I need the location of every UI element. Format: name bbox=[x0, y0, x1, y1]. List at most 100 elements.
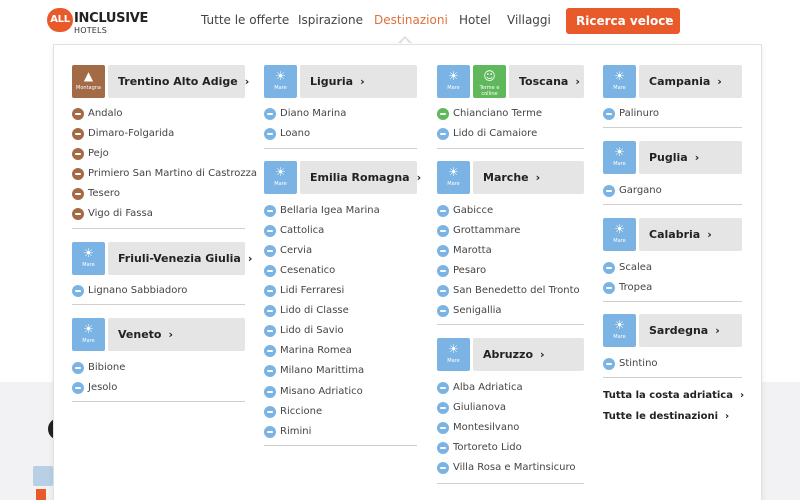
divider bbox=[72, 304, 245, 305]
region-name: Sardegna bbox=[649, 324, 709, 337]
mare-badge-icon: ☀ Mare bbox=[437, 65, 470, 98]
item-label: Tropea bbox=[619, 282, 653, 293]
badge-label: Mare bbox=[274, 85, 287, 91]
chevron-right-icon: › bbox=[717, 75, 722, 88]
mare-badge-icon: ☀ Mare bbox=[603, 141, 636, 174]
link-tutte-le-destinazioni[interactable]: Tutte le destinazioni › bbox=[603, 411, 729, 422]
region-name: Emilia Romagna bbox=[310, 171, 410, 184]
nav-tutte-le-offerte[interactable]: Tutte le offerte bbox=[201, 13, 289, 27]
sun-icon bbox=[264, 285, 276, 297]
item-label: Cesenatico bbox=[280, 265, 336, 276]
sun-icon: ☀ bbox=[448, 342, 459, 356]
chevron-right-icon: › bbox=[739, 390, 745, 401]
region-name: Toscana bbox=[519, 75, 569, 88]
chevron-right-icon: › bbox=[540, 348, 545, 361]
person-icon bbox=[437, 108, 449, 120]
sun-icon: ☀ bbox=[448, 165, 459, 179]
sun-icon bbox=[437, 285, 449, 297]
region-sardegna[interactable]: Sardegna › bbox=[639, 314, 742, 347]
item-label: Dimaro-Folgarida bbox=[88, 128, 175, 139]
item-label: Grottammare bbox=[453, 225, 521, 236]
region-veneto[interactable]: Veneto › bbox=[108, 318, 245, 351]
region-abruzzo[interactable]: Abruzzo › bbox=[473, 338, 584, 371]
region-friuli[interactable]: Friuli-Venezia Giulia › bbox=[108, 242, 252, 275]
divider bbox=[437, 324, 584, 325]
region-name: Puglia bbox=[649, 151, 688, 164]
item-label: Jesolo bbox=[88, 382, 118, 393]
background-card-accent bbox=[36, 489, 46, 500]
divider bbox=[437, 148, 584, 149]
chevron-right-icon: › bbox=[664, 13, 670, 28]
item-label: Andalo bbox=[88, 108, 123, 119]
item-label: Rimini bbox=[280, 426, 312, 437]
mare-badge-icon: ☀ Mare bbox=[264, 161, 297, 194]
badge-label: Terme e colline bbox=[479, 85, 500, 97]
logo-hotels-text: HOTELS bbox=[74, 26, 107, 35]
item-label: Riccione bbox=[280, 406, 323, 417]
link-tutta-la-costa-adriatica[interactable]: Tutta la costa adriatica › bbox=[603, 390, 744, 401]
brand-logo[interactable]: ALL INCLUSIVE HOTELS bbox=[47, 8, 148, 36]
badge-label: Mare bbox=[613, 161, 626, 167]
sun-icon bbox=[437, 442, 449, 454]
sun-icon: ☀ bbox=[614, 318, 625, 332]
ricerca-veloce-label: Ricerca veloce bbox=[576, 14, 674, 28]
nav-destinazioni[interactable]: Destinazioni bbox=[374, 13, 448, 27]
mare-badge-icon: ☀ Mare bbox=[603, 314, 636, 347]
chevron-right-icon: › bbox=[535, 171, 541, 184]
item-label: Lido di Classe bbox=[280, 305, 349, 316]
region-name: Campania bbox=[649, 75, 711, 88]
item-label: Bibione bbox=[88, 362, 126, 373]
sun-icon bbox=[437, 462, 449, 474]
mountain-icon bbox=[72, 128, 84, 140]
region-name: Veneto bbox=[118, 328, 162, 341]
sun-icon bbox=[437, 422, 449, 434]
region-emilia-romagna[interactable]: Emilia Romagna › bbox=[300, 161, 421, 194]
mountain-icon bbox=[72, 168, 84, 180]
sun-icon bbox=[603, 108, 615, 120]
region-puglia[interactable]: Puglia › bbox=[639, 141, 742, 174]
mare-badge-icon: ☀ Mare bbox=[264, 65, 297, 98]
sun-icon bbox=[603, 262, 615, 274]
dropdown-caret-inner bbox=[400, 38, 410, 44]
mountain-icon bbox=[72, 108, 84, 120]
region-trentino[interactable]: Trentino Alto Adige › bbox=[108, 65, 249, 98]
chevron-right-icon: › bbox=[725, 411, 730, 422]
mountain-icon bbox=[72, 208, 84, 220]
mountain-icon bbox=[72, 148, 84, 160]
region-liguria[interactable]: Liguria › bbox=[300, 65, 417, 98]
item-label: Pesaro bbox=[453, 265, 487, 276]
region-calabria[interactable]: Calabria › bbox=[639, 218, 742, 251]
item-label: Chianciano Terme bbox=[453, 108, 542, 119]
nav-villaggi[interactable]: Villaggi bbox=[507, 13, 551, 27]
sun-icon bbox=[437, 382, 449, 394]
item-label: Alba Adriatica bbox=[453, 382, 523, 393]
mountain-icon: ▲ bbox=[83, 69, 94, 83]
divider bbox=[437, 483, 584, 484]
region-name: Liguria bbox=[310, 75, 354, 88]
region-toscana[interactable]: Toscana › bbox=[509, 65, 584, 98]
mare-badge-icon: ☀ Mare bbox=[603, 65, 636, 98]
badge-label: Mare bbox=[447, 181, 460, 187]
nav-ispirazione[interactable]: Ispirazione bbox=[298, 13, 363, 27]
region-name: Abruzzo bbox=[483, 348, 534, 361]
item-label: Cervia bbox=[280, 245, 313, 256]
sun-icon: ☀ bbox=[275, 165, 286, 179]
background-card-partial bbox=[33, 466, 53, 486]
item-label: Lido di Savio bbox=[280, 325, 344, 336]
terme-badge-icon: ☺ Terme e colline bbox=[473, 65, 506, 98]
divider bbox=[264, 148, 417, 149]
region-campania[interactable]: Campania › bbox=[639, 65, 742, 98]
item-label: Villa Rosa e Martinsicuro bbox=[453, 462, 576, 473]
sun-icon bbox=[603, 358, 615, 370]
region-marche[interactable]: Marche › bbox=[473, 161, 584, 194]
sun-icon bbox=[437, 205, 449, 217]
ricerca-veloce-button[interactable]: Ricerca veloce › bbox=[566, 8, 680, 34]
chevron-right-icon: › bbox=[416, 171, 422, 184]
mare-badge-icon: ☀ Mare bbox=[437, 338, 470, 371]
item-label: Giulianova bbox=[453, 402, 507, 413]
nav-hotel[interactable]: Hotel bbox=[459, 13, 491, 27]
item-label: Cattolica bbox=[280, 225, 325, 236]
mare-badge-icon: ☀ Mare bbox=[603, 218, 636, 251]
chevron-right-icon: › bbox=[168, 328, 174, 341]
chevron-right-icon: › bbox=[575, 75, 580, 88]
